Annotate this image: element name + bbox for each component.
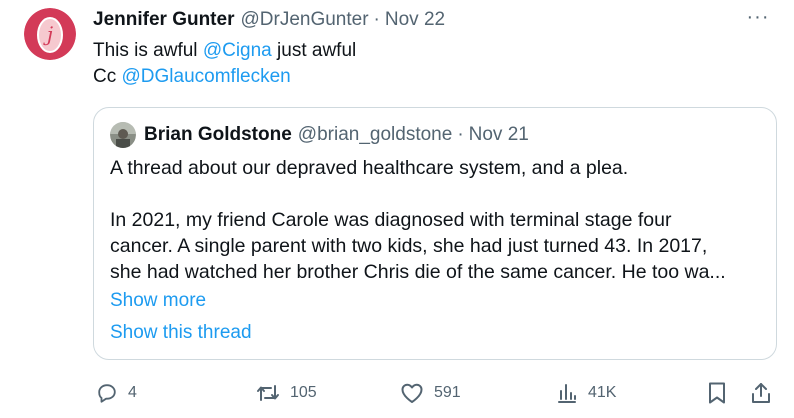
show-this-thread-link[interactable]: Show this thread (110, 322, 252, 344)
mention-cigna[interactable]: @Cigna (203, 40, 272, 61)
quoted-text-line: In 2021, my friend Carole was diagnosed … (110, 209, 672, 231)
bookmark-button[interactable] (707, 376, 727, 410)
quoted-text-line: A thread about our depraved healthcare s… (110, 157, 629, 179)
views-icon (556, 382, 578, 404)
author-handle[interactable]: @DrJenGunter (240, 9, 368, 31)
tweet-line-2: Cc @DGlaucomflecken (93, 66, 291, 87)
view-count: 41K (588, 384, 617, 401)
quoted-text-line: cancer. A single parent with two kids, s… (110, 235, 708, 257)
tweet: j Jennifer Gunter @DrJenGunter · Nov 22 … (0, 0, 794, 418)
like-count: 591 (434, 384, 461, 401)
share-icon (750, 381, 772, 405)
quoted-text-line: she had watched her brother Chris die of… (110, 261, 726, 283)
quoted-separator-dot: · (457, 124, 464, 145)
quoted-author-avatar[interactable] (110, 122, 136, 148)
quoted-author-name[interactable]: Brian Goldstone (144, 124, 292, 146)
tweet-header: Jennifer Gunter @DrJenGunter · Nov 22 (93, 8, 445, 32)
tweet-date[interactable]: Nov 22 (385, 9, 445, 31)
quoted-author-handle[interactable]: @brian_goldstone (298, 124, 453, 146)
tweet-line-1: This is awful @Cigna just awful (93, 40, 357, 61)
quoted-tweet-date[interactable]: Nov 21 (469, 124, 529, 146)
retweet-count: 105 (290, 384, 317, 401)
more-icon[interactable]: ··· (744, 7, 772, 32)
reply-icon (96, 382, 118, 404)
action-bar: 4 105 591 41K (0, 376, 794, 410)
separator-dot: · (373, 9, 380, 30)
like-button[interactable]: 591 (400, 376, 461, 410)
author-avatar[interactable]: j (24, 8, 76, 60)
quoted-tweet-text: A thread about our depraved healthcare s… (110, 155, 760, 285)
reply-count: 4 (128, 384, 137, 401)
show-more-link[interactable]: Show more (110, 290, 206, 312)
retweet-button[interactable]: 105 (256, 376, 317, 410)
views-button[interactable]: 41K (556, 376, 616, 410)
quoted-tweet[interactable]: Brian Goldstone @brian_goldstone · Nov 2… (93, 107, 777, 360)
retweet-icon (256, 382, 280, 404)
share-button[interactable] (750, 376, 772, 410)
author-name[interactable]: Jennifer Gunter (93, 9, 234, 31)
mention-dglaucomflecken[interactable]: @DGlaucomflecken (122, 66, 291, 87)
bookmark-icon (707, 381, 727, 405)
quoted-tweet-header: Brian Goldstone @brian_goldstone · Nov 2… (110, 122, 529, 148)
reply-button[interactable]: 4 (96, 376, 137, 410)
tweet-text: This is awful @Cigna just awful Cc @DGla… (93, 38, 356, 90)
like-icon (400, 382, 424, 404)
